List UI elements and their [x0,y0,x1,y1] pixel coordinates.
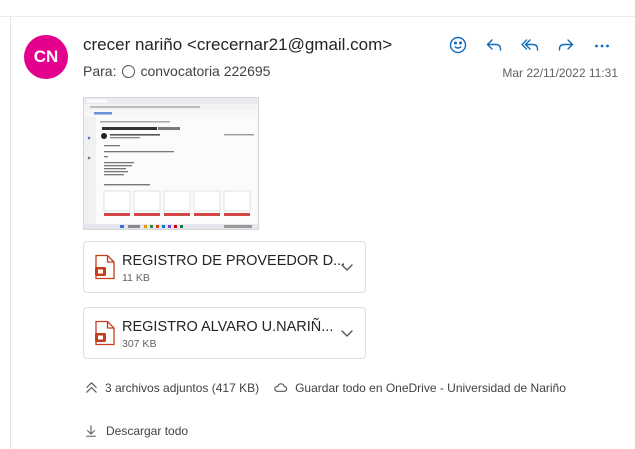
reply-all-button[interactable] [512,31,548,59]
collapse-chevrons-icon[interactable] [84,380,99,395]
recipient-name[interactable]: convocatoria 222695 [140,63,270,79]
attachments-summary: 3 archivos adjuntos (417 KB) Guardar tod… [84,380,566,395]
download-icon [86,425,96,437]
download-all-link[interactable]: Descargar todo [84,424,188,438]
emoji-icon [449,36,467,54]
download-all-label: Descargar todo [106,424,189,438]
attachment-card[interactable]: REGISTRO ALVARO U.NARIÑ... 307 KB [83,307,366,359]
presence-icon [122,64,136,78]
left-divider [10,17,11,449]
forward-icon [558,39,574,51]
save-to-onedrive-link[interactable]: Guardar todo en OneDrive - Universidad d… [295,381,566,395]
top-divider [0,16,635,17]
attachment-name: REGISTRO ALVARO U.NARIÑ... [122,319,334,335]
sender-name[interactable]: crecer nariño <crecernar21@gmail.com> [83,35,392,55]
attachment-card[interactable]: REGISTRO DE PROVEEDOR D... 11 KB [83,241,366,293]
reply-icon [486,39,502,51]
screenshot-preview-image [84,98,258,229]
presentation-file-icon [95,320,115,346]
more-actions-button[interactable] [584,31,620,59]
recipient-line: Para: convocatoria 222695 [83,63,270,79]
attachment-preview-thumbnail[interactable] [83,97,259,230]
message-actions [440,31,620,59]
forward-button[interactable] [548,31,584,59]
presentation-file-icon [95,254,115,280]
more-icon [595,44,609,48]
to-label: Para: [83,63,117,79]
chevron-down-icon[interactable] [339,259,355,275]
emoji-button[interactable] [440,31,476,59]
reply-all-icon [521,39,539,51]
attachment-name: REGISTRO DE PROVEEDOR D... [122,253,346,269]
chevron-down-icon[interactable] [339,325,355,341]
message-date: Mar 22/11/2022 11:31 [502,66,618,80]
cloud-icon [274,383,288,392]
attachment-size: 307 KB [122,338,157,350]
reply-button[interactable] [476,31,512,59]
attachment-size: 11 KB [122,272,150,284]
avatar[interactable]: CN [24,35,68,79]
attachments-count[interactable]: 3 archivos adjuntos (417 KB) [105,381,259,395]
